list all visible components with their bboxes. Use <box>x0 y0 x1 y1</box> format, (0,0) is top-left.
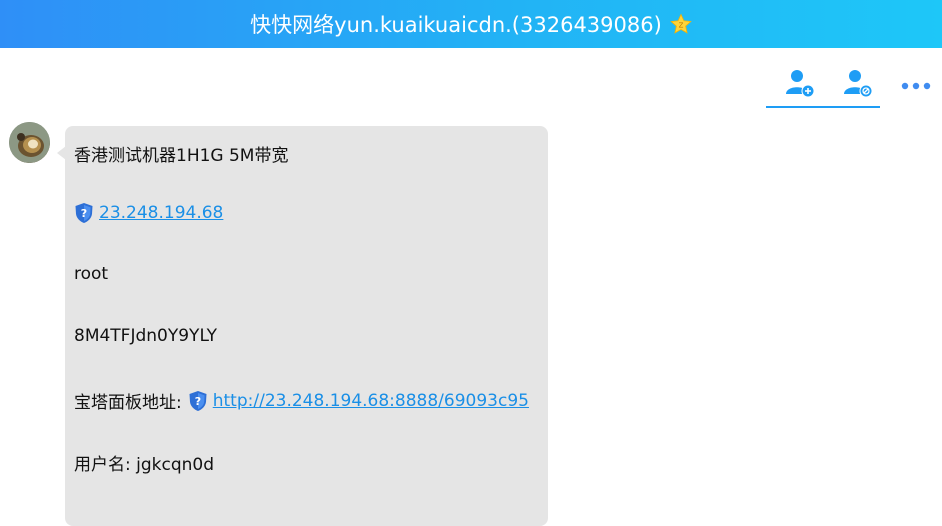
svg-text:?: ? <box>81 207 87 220</box>
more-button[interactable] <box>898 68 934 102</box>
panel-link[interactable]: http://23.248.194.68:8888/69093c95 <box>213 391 529 411</box>
user-add-icon <box>783 67 817 103</box>
message-line-title: 香港测试机器1H1G 5M带宽 <box>74 146 289 166</box>
svg-text:Z: Z <box>678 22 683 30</box>
security-shield-icon: ? <box>188 390 208 412</box>
star-badge-icon[interactable]: Z <box>670 13 692 35</box>
title-bar: 快快网络yun.kuaikuaicdn.(3326439086) Z <box>0 0 942 48</box>
block-user-button[interactable] <box>840 68 876 102</box>
more-dots-icon <box>900 76 932 95</box>
chat-toolbar <box>0 60 942 110</box>
message-line-password: 8M4TFJdn0Y9YLY <box>74 326 218 346</box>
active-tool-underline <box>766 106 880 108</box>
ip-link[interactable]: 23.248.194.68 <box>99 203 223 223</box>
panel-label: 宝塔面板地址: <box>74 393 182 413</box>
message-line-username: root <box>74 264 109 284</box>
security-shield-icon: ? <box>74 202 94 224</box>
add-friend-button[interactable] <box>782 68 818 102</box>
avatar[interactable] <box>9 122 50 163</box>
svg-text:?: ? <box>195 395 201 408</box>
user-block-icon <box>841 67 875 103</box>
message-line-panel-user: 用户名: jgkcqn0d <box>74 455 215 475</box>
message-line-ip: ? 23.248.194.68 <box>74 202 223 224</box>
window-title: 快快网络yun.kuaikuaicdn.(3326439086) <box>250 13 662 37</box>
message-line-panel: 宝塔面板地址: ? http://23.248.194.68:8888/6909… <box>74 388 529 413</box>
